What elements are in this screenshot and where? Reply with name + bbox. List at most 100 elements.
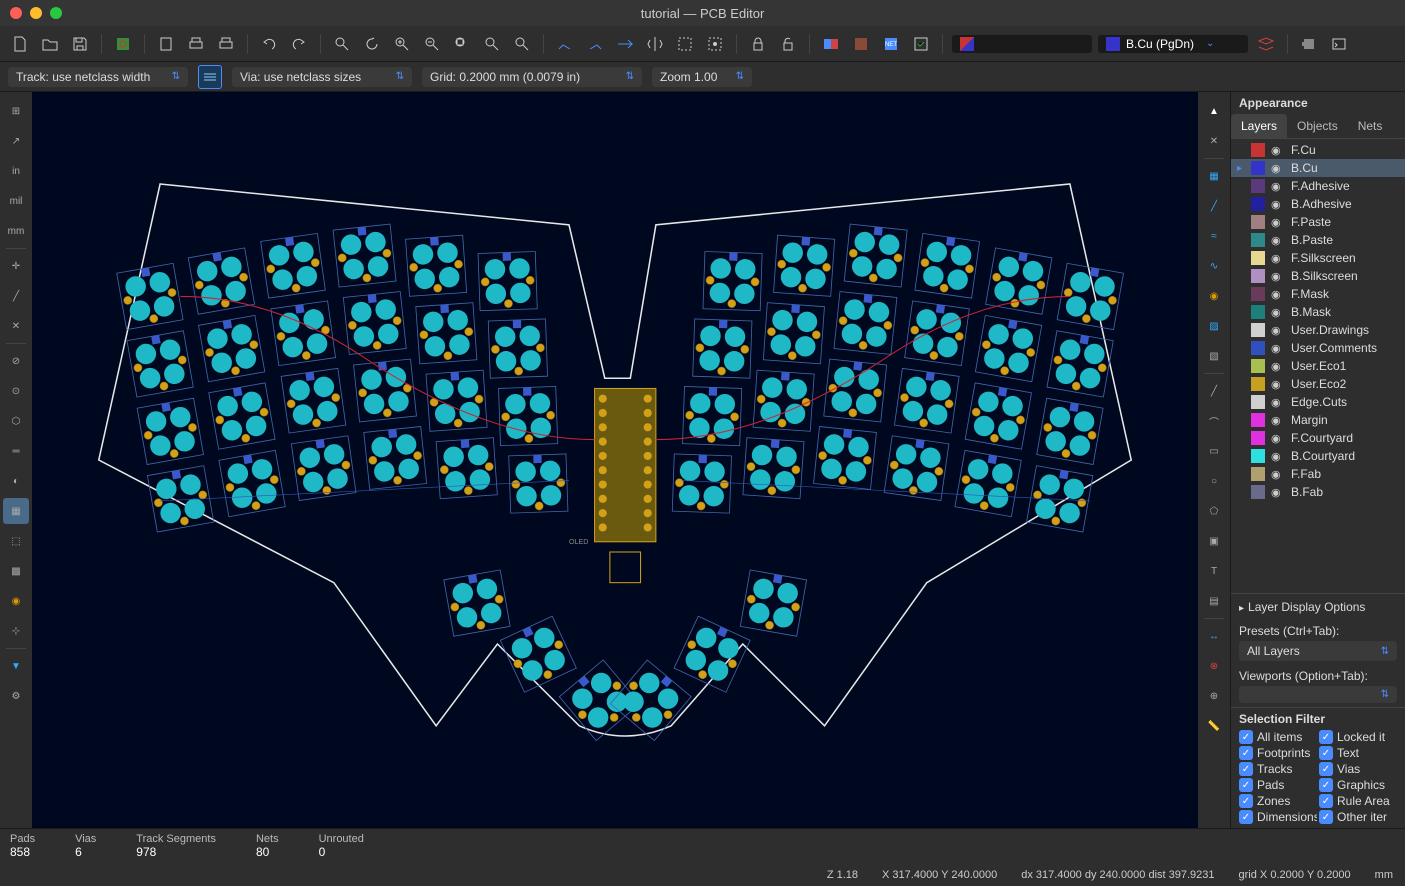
redo-icon[interactable] — [287, 32, 311, 56]
layer-row-b-cu[interactable]: ▸◉B.Cu — [1231, 159, 1405, 177]
tab-objects[interactable]: Objects — [1287, 114, 1348, 138]
route-track-icon[interactable]: ╱ — [1201, 193, 1227, 219]
cursor-shape-icon[interactable]: ✛ — [3, 253, 29, 279]
update-from-schematic-icon[interactable] — [819, 32, 843, 56]
draw-arc-icon[interactable]: ⌒ — [1201, 408, 1227, 434]
zoom-in-icon[interactable] — [390, 32, 414, 56]
layer-row-margin[interactable]: ▸◉Margin — [1231, 411, 1405, 429]
layer-row-b-courtyard[interactable]: ▸◉B.Courtyard — [1231, 447, 1405, 465]
layer-row-f-paste[interactable]: ▸◉F.Paste — [1231, 213, 1405, 231]
eye-icon[interactable]: ◉ — [1271, 234, 1285, 247]
layer-display-options[interactable]: Layer Display Options — [1231, 593, 1405, 620]
plot-icon[interactable] — [214, 32, 238, 56]
layer-row-b-paste[interactable]: ▸◉B.Paste — [1231, 231, 1405, 249]
layer-row-f-fab[interactable]: ▸◉F.Fab — [1231, 465, 1405, 483]
units-in-icon[interactable]: in — [3, 158, 29, 184]
units-mil-icon[interactable]: mil — [3, 188, 29, 214]
add-zone-icon[interactable]: ▨ — [1201, 313, 1227, 339]
zoom-out-icon[interactable] — [420, 32, 444, 56]
drc-icon[interactable] — [909, 32, 933, 56]
eye-icon[interactable]: ◉ — [1271, 216, 1285, 229]
eye-icon[interactable]: ◉ — [1271, 288, 1285, 301]
contrast-icon[interactable]: ◐ — [3, 468, 29, 494]
layer-row-f-adhesive[interactable]: ▸◉F.Adhesive — [1231, 177, 1405, 195]
filter-text[interactable]: ✓Text — [1319, 746, 1397, 760]
filter-graphics[interactable]: ✓Graphics — [1319, 778, 1397, 792]
track-width-dropdown[interactable]: Track: use netclass width⇅ — [8, 67, 188, 87]
open-file-icon[interactable] — [38, 32, 62, 56]
filter-rule-area[interactable]: ✓Rule Area — [1319, 794, 1397, 808]
layer-row-user-eco1[interactable]: ▸◉User.Eco1 — [1231, 357, 1405, 375]
via-size-dropdown[interactable]: Via: use netclass sizes⇅ — [232, 67, 412, 87]
net-color-icon[interactable]: ◉ — [3, 588, 29, 614]
eye-icon[interactable]: ◉ — [1271, 342, 1285, 355]
ratsnest-curved-icon[interactable]: ✕ — [3, 313, 29, 339]
net-inspector-icon[interactable]: NET — [879, 32, 903, 56]
find-icon[interactable] — [330, 32, 354, 56]
add-dimension-icon[interactable]: ↔ — [1201, 623, 1227, 649]
via-outline-icon[interactable]: ⬡ — [3, 408, 29, 434]
layers-list[interactable]: ▸◉F.Cu▸◉B.Cu▸◉F.Adhesive▸◉B.Adhesive▸◉F.… — [1231, 139, 1405, 593]
delete-icon[interactable]: ⊗ — [1201, 653, 1227, 679]
outline-mode-icon[interactable]: ⊘ — [3, 348, 29, 374]
add-text-icon[interactable]: T — [1201, 558, 1227, 584]
eye-icon[interactable]: ◉ — [1271, 432, 1285, 445]
layer-row-f-cu[interactable]: ▸◉F.Cu — [1231, 141, 1405, 159]
plugin-icon[interactable] — [1297, 32, 1321, 56]
schematic-editor-icon[interactable] — [849, 32, 873, 56]
filter-dimensions[interactable]: ✓Dimensions — [1239, 810, 1317, 824]
units-mm-icon[interactable]: mm — [3, 218, 29, 244]
add-textbox-icon[interactable]: ▤ — [1201, 588, 1227, 614]
layers-visibility-icon[interactable]: ▼ — [3, 653, 29, 679]
eye-icon[interactable]: ◉ — [1271, 450, 1285, 463]
layer-row-edge-cuts[interactable]: ▸◉Edge.Cuts — [1231, 393, 1405, 411]
eye-icon[interactable]: ◉ — [1271, 306, 1285, 319]
undo-icon[interactable] — [257, 32, 281, 56]
tab-layers[interactable]: Layers — [1231, 114, 1287, 138]
filter-tracks[interactable]: ✓Tracks — [1239, 762, 1317, 776]
place-footprint-icon[interactable]: ▦ — [1201, 163, 1227, 189]
new-file-icon[interactable] — [8, 32, 32, 56]
polar-coords-icon[interactable]: ↗ — [3, 128, 29, 154]
eye-icon[interactable]: ◉ — [1271, 162, 1285, 175]
rotate-cw-icon[interactable] — [583, 32, 607, 56]
eye-icon[interactable]: ◉ — [1271, 468, 1285, 481]
grid-dropdown[interactable]: Grid: 0.2000 mm (0.0079 in)⇅ — [422, 67, 642, 87]
tune-length-icon[interactable]: ∿ — [1201, 253, 1227, 279]
zoom-fit-icon[interactable] — [450, 32, 474, 56]
route-diff-pair-icon[interactable]: ≈ — [1201, 223, 1227, 249]
footprint-wizard-icon[interactable] — [703, 32, 727, 56]
presets-dropdown[interactable]: All Layers⇅ — [1239, 641, 1397, 661]
eye-icon[interactable]: ◉ — [1271, 486, 1285, 499]
zone-fill-icon[interactable]: ▩ — [3, 558, 29, 584]
eye-icon[interactable]: ◉ — [1271, 144, 1285, 157]
pad-outline-icon[interactable]: ⊙ — [3, 378, 29, 404]
layer-row-user-comments[interactable]: ▸◉User.Comments — [1231, 339, 1405, 357]
zoom-selection-icon[interactable] — [510, 32, 534, 56]
add-via-icon[interactable]: ◉ — [1201, 283, 1227, 309]
board-setup-icon[interactable] — [111, 32, 135, 56]
layer-row-b-silkscreen[interactable]: ▸◉B.Silkscreen — [1231, 267, 1405, 285]
tab-nets[interactable]: Nets — [1348, 114, 1393, 138]
select-tool-icon[interactable]: ▲ — [1201, 98, 1227, 124]
filter-pads[interactable]: ✓Pads — [1239, 778, 1317, 792]
layer-row-f-silkscreen[interactable]: ▸◉F.Silkscreen — [1231, 249, 1405, 267]
filter-vias[interactable]: ✓Vias — [1319, 762, 1397, 776]
save-icon[interactable] — [68, 32, 92, 56]
pcb-canvas[interactable]: OLED — [32, 92, 1198, 828]
filter-zones[interactable]: ✓Zones — [1239, 794, 1317, 808]
grid-icon[interactable]: ⊞ — [3, 98, 29, 124]
ratsnest-icon[interactable]: ╱ — [3, 283, 29, 309]
layer-row-b-adhesive[interactable]: ▸◉B.Adhesive — [1231, 195, 1405, 213]
eye-icon[interactable]: ◉ — [1271, 198, 1285, 211]
eye-icon[interactable]: ◉ — [1271, 378, 1285, 391]
zone-outline-icon[interactable]: ⬚ — [3, 528, 29, 554]
page-settings-icon[interactable] — [154, 32, 178, 56]
auto-track-width-icon[interactable] — [198, 65, 222, 89]
layer-row-f-mask[interactable]: ▸◉F.Mask — [1231, 285, 1405, 303]
footprint-editor-icon[interactable] — [673, 32, 697, 56]
draw-rect-icon[interactable]: ▭ — [1201, 438, 1227, 464]
filter-other-iter[interactable]: ✓Other iter — [1319, 810, 1397, 824]
unlock-icon[interactable] — [776, 32, 800, 56]
layer-row-b-fab[interactable]: ▸◉B.Fab — [1231, 483, 1405, 501]
